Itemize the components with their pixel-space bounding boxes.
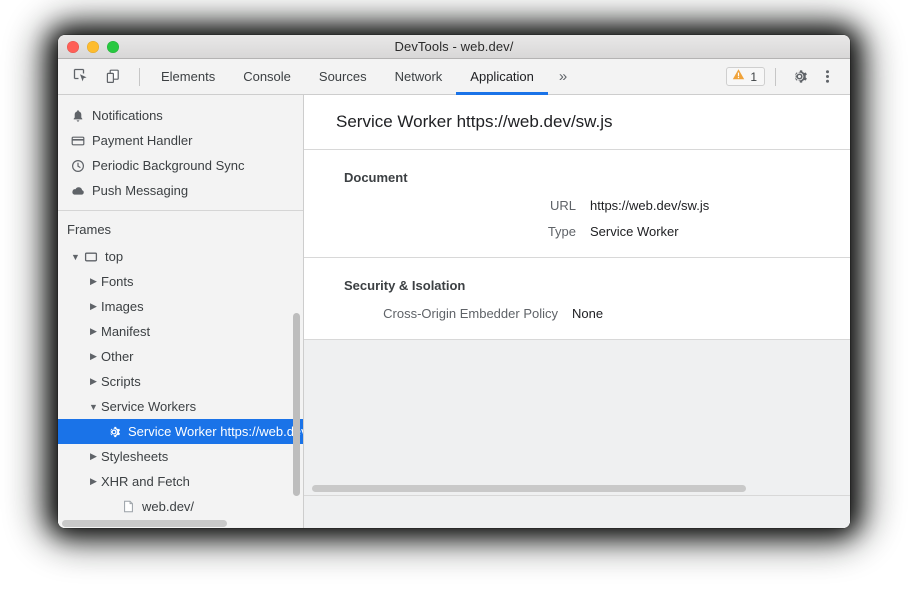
tab-network[interactable]: Network xyxy=(381,59,457,94)
field-label: URL xyxy=(304,198,576,213)
sidebar-item-push-messaging[interactable]: Push Messaging xyxy=(58,178,303,203)
panel-tabs: Elements Console Sources Network Applica… xyxy=(147,59,578,94)
sidebar-horizontal-scrollbar[interactable] xyxy=(62,520,227,527)
sidebar-item-service-worker-selected[interactable]: Service Worker https://web.dev/sw.js xyxy=(58,419,303,444)
sidebar-item-label: web.dev/ xyxy=(142,499,194,514)
sidebar-item-label: Manifest xyxy=(101,324,150,339)
tab-application[interactable]: Application xyxy=(456,59,548,94)
sidebar-item-label: Periodic Background Sync xyxy=(92,158,244,173)
sidebar-item-top[interactable]: ▼ top xyxy=(58,244,303,269)
more-tabs-icon[interactable]: » xyxy=(548,59,578,94)
sidebar-item-scripts[interactable]: ▶ Scripts xyxy=(58,369,303,394)
sidebar-item-other[interactable]: ▶ Other xyxy=(58,344,303,369)
chevron-right-icon[interactable]: ▶ xyxy=(88,376,99,387)
chevron-right-icon[interactable]: ▶ xyxy=(88,301,99,312)
sidebar-item-label: top xyxy=(105,249,123,264)
cloud-icon xyxy=(70,183,86,199)
tab-console[interactable]: Console xyxy=(229,59,305,94)
section-title: Security & Isolation xyxy=(304,272,850,297)
warning-badge[interactable]: 1 xyxy=(726,67,765,86)
sidebar-item-label: Service Workers xyxy=(101,399,196,414)
tab-elements[interactable]: Elements xyxy=(147,59,229,94)
sidebar-item-service-workers[interactable]: ▼ Service Workers xyxy=(58,394,303,419)
sidebar-item-label: Fonts xyxy=(101,274,134,289)
sidebar-vertical-scrollbar[interactable] xyxy=(293,313,300,496)
field-label: Type xyxy=(304,224,576,239)
credit-card-icon xyxy=(70,133,86,149)
field-value: None xyxy=(558,306,603,321)
sidebar-item-images[interactable]: ▶ Images xyxy=(58,294,303,319)
gear-icon[interactable] xyxy=(786,64,812,90)
sidebar-item-fonts[interactable]: ▶ Fonts xyxy=(58,269,303,294)
window-title: DevTools - web.dev/ xyxy=(58,39,850,54)
clock-icon xyxy=(70,158,86,174)
toolbar-left-controls xyxy=(58,59,147,94)
application-sidebar: Notifications Payment Handler xyxy=(58,95,304,528)
tab-sources[interactable]: Sources xyxy=(305,59,381,94)
sidebar-item-stylesheets[interactable]: ▶ Stylesheets xyxy=(58,444,303,469)
section-document: Document URL https://web.dev/sw.js Type … xyxy=(304,150,850,258)
sidebar-tree: Notifications Payment Handler xyxy=(58,95,303,519)
sidebar-item-label: Service Worker https://web.dev/sw.js xyxy=(128,424,304,439)
page-title: Service Worker https://web.dev/sw.js xyxy=(304,95,850,150)
panel-horizontal-scrollbar[interactable] xyxy=(312,485,746,492)
sidebar-item-label: XHR and Fetch xyxy=(101,474,190,489)
chevron-right-icon[interactable]: ▶ xyxy=(88,451,99,462)
chevron-right-icon[interactable]: ▶ xyxy=(88,476,99,487)
document-icon xyxy=(120,499,136,515)
window-titlebar: DevTools - web.dev/ xyxy=(58,35,850,59)
frame-icon xyxy=(83,249,99,265)
chevron-down-icon[interactable]: ▼ xyxy=(88,402,99,412)
sidebar-item-label: Images xyxy=(101,299,144,314)
toolbar-right-controls: 1 xyxy=(726,59,850,94)
field-url: URL https://web.dev/sw.js xyxy=(304,189,850,215)
toolbar-divider xyxy=(139,68,140,86)
section-security-isolation: Security & Isolation Cross-Origin Embedd… xyxy=(304,258,850,340)
panel-footer-area xyxy=(304,495,850,528)
sidebar-item-label: Other xyxy=(101,349,134,364)
field-type: Type Service Worker xyxy=(304,215,850,241)
chevron-right-icon[interactable]: ▶ xyxy=(88,276,99,287)
sidebar-item-manifest[interactable]: ▶ Manifest xyxy=(58,319,303,344)
warning-count: 1 xyxy=(750,70,757,84)
sidebar-item-clipped-top[interactable] xyxy=(58,95,303,103)
sidebar-item-notifications[interactable]: Notifications xyxy=(58,103,303,128)
close-window-button[interactable] xyxy=(67,41,79,53)
gear-icon xyxy=(106,424,122,440)
kebab-menu-icon[interactable] xyxy=(814,64,840,90)
sidebar-item-label: Scripts xyxy=(101,374,141,389)
devtools-content: Notifications Payment Handler xyxy=(58,95,850,528)
panel-empty-area xyxy=(304,340,850,445)
sidebar-item-label: Stylesheets xyxy=(101,449,168,464)
traffic-lights xyxy=(67,41,119,53)
inspect-element-icon[interactable] xyxy=(68,64,94,90)
sidebar-item-web-dev-document[interactable]: web.dev/ xyxy=(58,494,303,519)
field-value[interactable]: https://web.dev/sw.js xyxy=(576,198,709,213)
screenshot-root: DevTools - web.dev/ xyxy=(0,0,908,607)
chevron-right-icon[interactable]: ▶ xyxy=(88,326,99,337)
warning-triangle-icon xyxy=(732,68,745,86)
sidebar-item-periodic-background-sync[interactable]: Periodic Background Sync xyxy=(58,153,303,178)
devtools-window: DevTools - web.dev/ xyxy=(58,35,850,528)
section-title: Document xyxy=(304,164,850,189)
field-cross-origin-embedder-policy: Cross-Origin Embedder Policy None xyxy=(304,297,850,323)
field-label: Cross-Origin Embedder Policy xyxy=(304,306,558,321)
minimize-window-button[interactable] xyxy=(87,41,99,53)
sidebar-item-payment-handler[interactable]: Payment Handler xyxy=(58,128,303,153)
frame-details-panel: Service Worker https://web.dev/sw.js Doc… xyxy=(304,95,850,528)
sidebar-item-label: Notifications xyxy=(92,108,163,123)
field-value: Service Worker xyxy=(576,224,679,239)
bell-icon xyxy=(70,108,86,124)
sidebar-item-label: Payment Handler xyxy=(92,133,192,148)
sidebar-item-label: Push Messaging xyxy=(92,183,188,198)
chevron-right-icon[interactable]: ▶ xyxy=(88,351,99,362)
toolbar-divider-right xyxy=(775,68,776,86)
devtools-toolbar: Elements Console Sources Network Applica… xyxy=(58,59,850,95)
zoom-window-button[interactable] xyxy=(107,41,119,53)
sidebar-item-xhr-and-fetch[interactable]: ▶ XHR and Fetch xyxy=(58,469,303,494)
chevron-down-icon[interactable]: ▼ xyxy=(70,252,81,262)
sidebar-section-frames: Frames xyxy=(58,211,303,244)
device-toolbar-icon[interactable] xyxy=(100,64,126,90)
